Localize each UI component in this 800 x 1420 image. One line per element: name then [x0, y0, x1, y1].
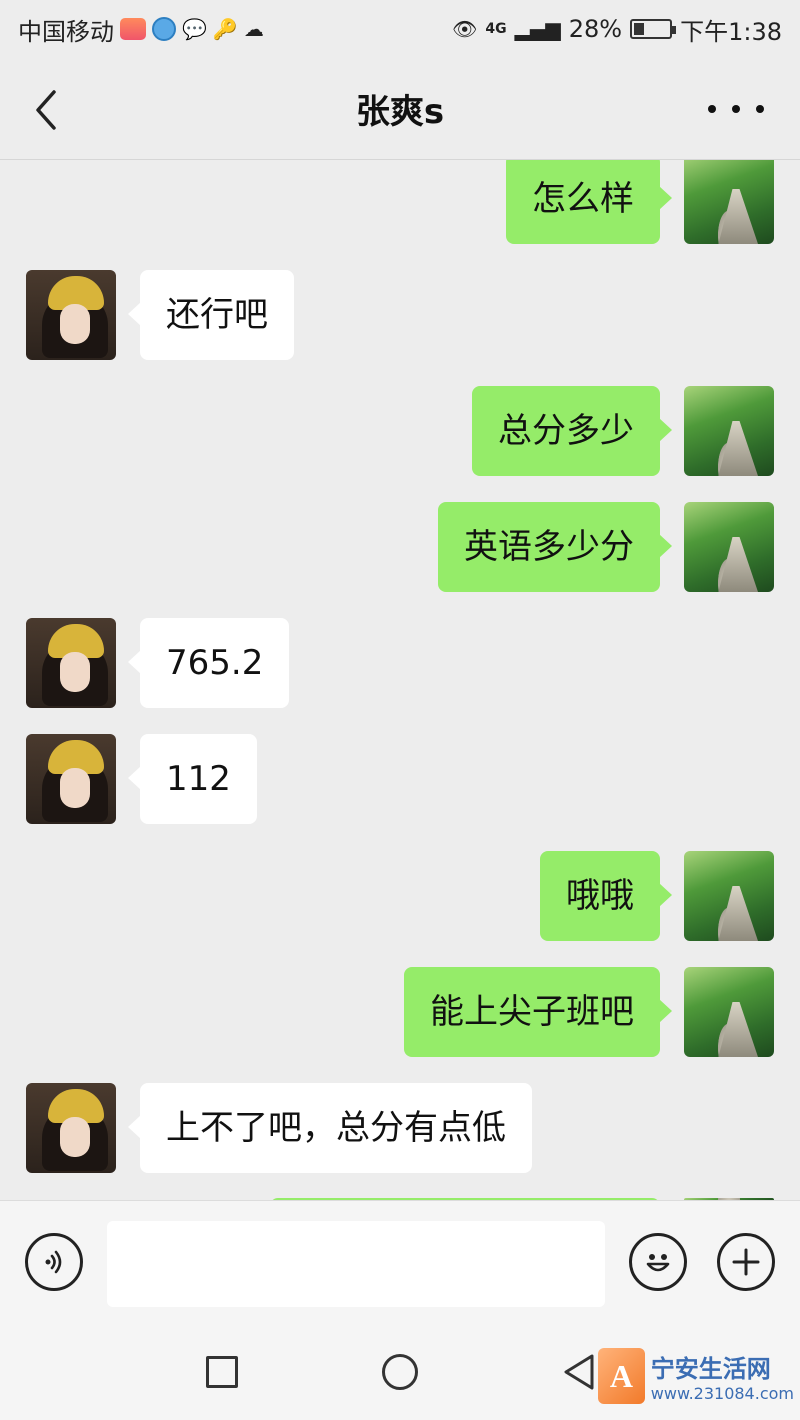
contact-avatar[interactable]: [26, 734, 116, 824]
chat-header: 张爽s: [0, 58, 800, 160]
my-avatar[interactable]: [684, 967, 774, 1057]
app-notification-icon: [120, 18, 146, 40]
message-row: 765.2: [0, 618, 800, 708]
incoming-message-bubble[interactable]: 112: [128, 734, 257, 824]
message-row: 英语多少分: [0, 502, 800, 592]
my-avatar[interactable]: [684, 851, 774, 941]
watermark-logo: A: [598, 1348, 645, 1404]
my-avatar[interactable]: [684, 502, 774, 592]
message-row: 哦哦: [0, 851, 800, 941]
more-dots-icon: [708, 105, 716, 113]
watermark-name: 宁安生活网: [650, 1355, 771, 1383]
incoming-message-bubble[interactable]: 765.2: [127, 618, 290, 708]
message-row: 能上尖子班吧: [0, 967, 800, 1057]
recent-apps-button[interactable]: [206, 1356, 238, 1388]
input-bar: [0, 1200, 800, 1322]
message-input[interactable]: [107, 1221, 605, 1307]
my-avatar[interactable]: [684, 386, 774, 476]
voice-input-button[interactable]: [25, 1233, 83, 1291]
emoji-button[interactable]: [629, 1233, 687, 1291]
site-watermark: A 宁安生活网 www.231084.com: [598, 1336, 794, 1416]
message-row: 还行吧: [0, 270, 800, 360]
battery-icon: [630, 19, 677, 39]
contact-avatar[interactable]: [26, 618, 116, 708]
plus-icon: [732, 1248, 760, 1276]
my-avatar[interactable]: [684, 160, 774, 244]
incoming-message-bubble[interactable]: 上不了吧，总分有点低: [128, 1083, 532, 1173]
cloud-icon: ☁: [243, 17, 264, 41]
key-icon: 🔑: [212, 17, 238, 41]
message-list[interactable]: 怎么样 还行吧 总分多少 英语多少分 765.2 112 哦哦 能上尖子班吧 上…: [0, 160, 800, 1200]
smiley-icon: [646, 1254, 670, 1272]
network-type: 4G: [485, 21, 507, 37]
more-options-button[interactable]: [708, 94, 764, 124]
message-row: 怎么样: [0, 160, 800, 244]
voice-icon: [45, 1250, 62, 1274]
outgoing-message-bubble[interactable]: 哦哦: [540, 851, 672, 941]
outgoing-message-bubble[interactable]: 总分多少: [472, 386, 672, 476]
system-nav-bar: A 宁安生活网 www.231084.com: [0, 1322, 800, 1420]
contact-avatar[interactable]: [26, 1083, 116, 1173]
message-row: 112: [0, 734, 800, 824]
chat-bubble-icon: 💬: [182, 17, 207, 41]
message-row: 总分多少: [0, 386, 800, 476]
battery-percent: 28%: [568, 15, 623, 43]
back-triangle-icon[interactable]: [560, 1352, 600, 1392]
watermark-url: www.231084.com: [650, 1384, 794, 1403]
contact-avatar[interactable]: [26, 270, 116, 360]
signal-icon: ▂▄▆: [514, 17, 561, 41]
outgoing-message-bubble[interactable]: 怎么样: [506, 160, 672, 244]
more-functions-button[interactable]: [717, 1233, 775, 1291]
outgoing-message-bubble[interactable]: 英语多少分: [438, 502, 672, 592]
chat-title: 张爽s: [355, 92, 445, 132]
carrier-label: 中国移动: [18, 17, 114, 46]
incoming-message-bubble[interactable]: 还行吧: [128, 270, 294, 360]
outgoing-message-bubble[interactable]: 能上尖子班吧: [404, 967, 672, 1057]
message-row: 上不了吧，总分有点低: [0, 1083, 800, 1173]
home-button[interactable]: [382, 1354, 418, 1390]
back-button[interactable]: [26, 86, 66, 134]
eye-icon: 👁: [451, 17, 478, 41]
status-bar: 中国移动 💬 🔑 ☁ 👁 4G ▂▄▆ 28% 下午1:38: [0, 0, 800, 58]
browser-icon: [152, 17, 176, 41]
clock: 下午1:38: [680, 17, 782, 46]
chevron-left-icon: [36, 90, 56, 130]
